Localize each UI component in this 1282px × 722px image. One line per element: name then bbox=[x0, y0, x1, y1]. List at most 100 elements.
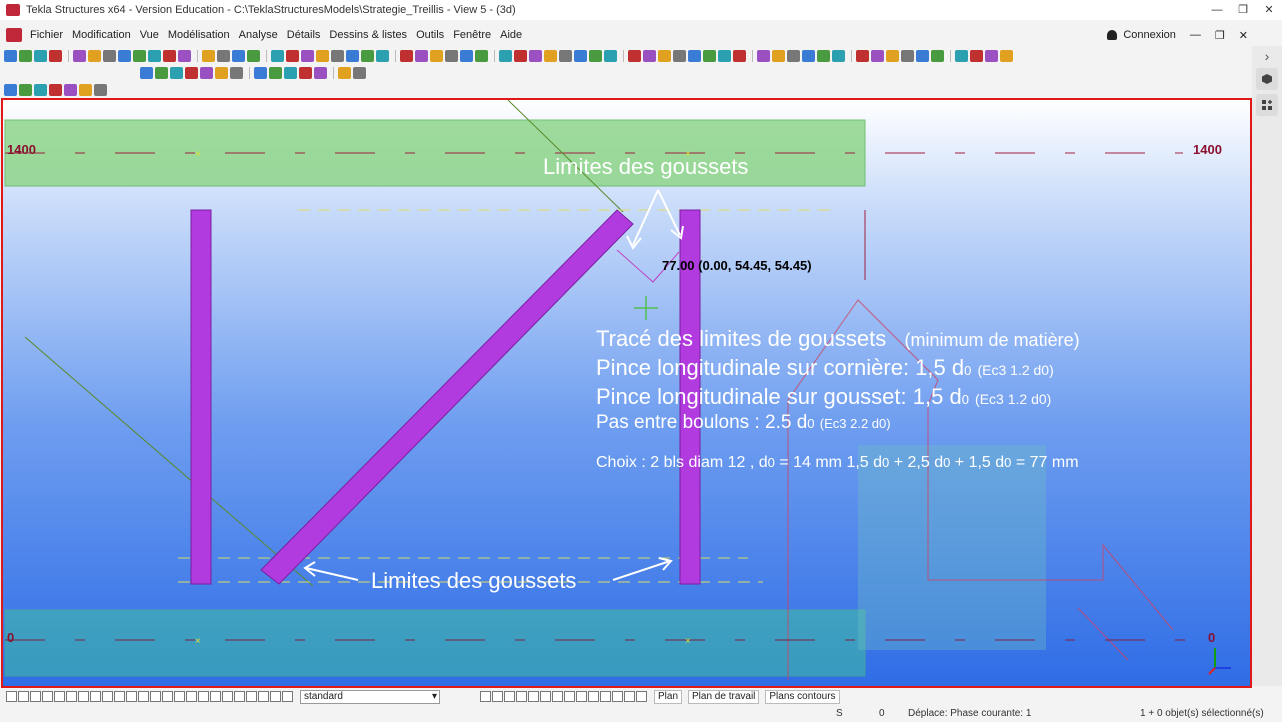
toolbar-tool-icon[interactable] bbox=[269, 67, 282, 79]
menu-fenetre[interactable]: Fenêtre bbox=[453, 29, 491, 41]
toolbar-tool-icon[interactable] bbox=[4, 50, 17, 62]
toolbar-tool-icon[interactable] bbox=[316, 50, 329, 62]
menu-modification[interactable]: Modification bbox=[72, 29, 131, 41]
status-switch-icon[interactable] bbox=[90, 691, 101, 702]
close-button[interactable]: ✕ bbox=[1256, 0, 1282, 20]
expand-panel-icon[interactable]: › bbox=[1252, 48, 1282, 64]
toolbar-tool-icon[interactable] bbox=[338, 67, 351, 79]
cube-icon[interactable] bbox=[1256, 68, 1278, 90]
toolbar-tool-icon[interactable] bbox=[155, 67, 168, 79]
toolbar-tool-icon[interactable] bbox=[34, 50, 47, 62]
toolbar-tool-icon[interactable] bbox=[529, 50, 542, 62]
toolbar-tool-icon[interactable] bbox=[331, 50, 344, 62]
toolbar-tool-icon[interactable] bbox=[559, 50, 572, 62]
plan-select[interactable]: Plan bbox=[654, 689, 683, 704]
toolbar-tool-icon[interactable] bbox=[604, 50, 617, 62]
toolbar-tool-icon[interactable] bbox=[4, 84, 17, 96]
toolbar-tool-icon[interactable] bbox=[215, 67, 228, 79]
status-switch-icon[interactable] bbox=[198, 691, 209, 702]
toolbar-tool-icon[interactable] bbox=[314, 67, 327, 79]
status-switch-icon[interactable] bbox=[270, 691, 281, 702]
toolbar-tool-icon[interactable] bbox=[346, 50, 359, 62]
status-switch-icon[interactable] bbox=[564, 691, 575, 702]
toolbar-tool-icon[interactable] bbox=[353, 67, 366, 79]
status-switch-icon[interactable] bbox=[138, 691, 149, 702]
toolbar-tool-icon[interactable] bbox=[445, 50, 458, 62]
status-switch-icon[interactable] bbox=[210, 691, 221, 702]
toolbar-tool-icon[interactable] bbox=[430, 50, 443, 62]
toolbar-tool-icon[interactable] bbox=[73, 50, 86, 62]
doc-restore-button[interactable]: ❐ bbox=[1215, 29, 1225, 42]
doc-minimize-button[interactable]: — bbox=[1190, 29, 1201, 41]
status-switch-icon[interactable] bbox=[282, 691, 293, 702]
toolbar-tool-icon[interactable] bbox=[772, 50, 785, 62]
toolbar-tool-icon[interactable] bbox=[361, 50, 374, 62]
toolbar-tool-icon[interactable] bbox=[658, 50, 671, 62]
status-switch-icon[interactable] bbox=[174, 691, 185, 702]
status-switch-icon[interactable] bbox=[540, 691, 551, 702]
toolbar-tool-icon[interactable] bbox=[415, 50, 428, 62]
connexion-link[interactable]: Connexion bbox=[1123, 29, 1176, 41]
menu-analyse[interactable]: Analyse bbox=[239, 29, 278, 41]
toolbar-tool-icon[interactable] bbox=[34, 84, 47, 96]
status-switch-icon[interactable] bbox=[588, 691, 599, 702]
toolbar-tool-icon[interactable] bbox=[232, 50, 245, 62]
selection-filter-select[interactable]: standard bbox=[300, 689, 440, 704]
toolbar-tool-icon[interactable] bbox=[79, 84, 92, 96]
toolbar-tool-icon[interactable] bbox=[94, 84, 107, 96]
toolbar-tool-icon[interactable] bbox=[376, 50, 389, 62]
toolbar-tool-icon[interactable] bbox=[901, 50, 914, 62]
toolbar-tool-icon[interactable] bbox=[230, 67, 243, 79]
status-switch-icon[interactable] bbox=[528, 691, 539, 702]
toolbar-tool-icon[interactable] bbox=[955, 50, 968, 62]
toolbar-tool-icon[interactable] bbox=[787, 50, 800, 62]
toolbar-tool-icon[interactable] bbox=[49, 50, 62, 62]
toolbar-tool-icon[interactable] bbox=[163, 50, 176, 62]
status-switch-icon[interactable] bbox=[6, 691, 17, 702]
status-switch-icon[interactable] bbox=[258, 691, 269, 702]
minimize-button[interactable]: — bbox=[1204, 0, 1230, 20]
toolbar-tool-icon[interactable] bbox=[574, 50, 587, 62]
toolbar-tool-icon[interactable] bbox=[64, 84, 77, 96]
status-switch-icon[interactable] bbox=[480, 691, 491, 702]
toolbar-tool-icon[interactable] bbox=[856, 50, 869, 62]
toolbar-tool-icon[interactable] bbox=[703, 50, 716, 62]
toolbar-tool-icon[interactable] bbox=[254, 67, 267, 79]
toolbar-tool-icon[interactable] bbox=[544, 50, 557, 62]
tekla-menu-icon[interactable] bbox=[6, 28, 22, 42]
toolbar-tool-icon[interactable] bbox=[247, 50, 260, 62]
toolbar-tool-icon[interactable] bbox=[886, 50, 899, 62]
toolbar-tool-icon[interactable] bbox=[589, 50, 602, 62]
status-switch-icon[interactable] bbox=[114, 691, 125, 702]
menu-aide[interactable]: Aide bbox=[500, 29, 522, 41]
status-switch-icon[interactable] bbox=[30, 691, 41, 702]
toolbar-tool-icon[interactable] bbox=[931, 50, 944, 62]
toolbar-tool-icon[interactable] bbox=[916, 50, 929, 62]
toolbar-tool-icon[interactable] bbox=[757, 50, 770, 62]
toolbar-tool-icon[interactable] bbox=[514, 50, 527, 62]
status-switch-icon[interactable] bbox=[624, 691, 635, 702]
toolbar-tool-icon[interactable] bbox=[985, 50, 998, 62]
status-switch-icon[interactable] bbox=[576, 691, 587, 702]
plan-travail-select[interactable]: Plan de travail bbox=[688, 689, 760, 704]
toolbar-tool-icon[interactable] bbox=[628, 50, 641, 62]
toolbar-tool-icon[interactable] bbox=[200, 67, 213, 79]
menu-dessins-listes[interactable]: Dessins & listes bbox=[329, 29, 407, 41]
toolbar-tool-icon[interactable] bbox=[643, 50, 656, 62]
status-switch-icon[interactable] bbox=[54, 691, 65, 702]
status-switch-icon[interactable] bbox=[66, 691, 77, 702]
toolbar-tool-icon[interactable] bbox=[301, 50, 314, 62]
menu-modelisation[interactable]: Modélisation bbox=[168, 29, 230, 41]
toolbar-tool-icon[interactable] bbox=[1000, 50, 1013, 62]
toolbar-tool-icon[interactable] bbox=[718, 50, 731, 62]
status-switch-icon[interactable] bbox=[102, 691, 113, 702]
status-switch-icon[interactable] bbox=[42, 691, 53, 702]
toolbar-tool-icon[interactable] bbox=[284, 67, 297, 79]
doc-close-button[interactable]: ✕ bbox=[1239, 29, 1248, 42]
toolbar-tool-icon[interactable] bbox=[817, 50, 830, 62]
menu-fichier[interactable]: Fichier bbox=[30, 29, 63, 41]
toolbar-tool-icon[interactable] bbox=[271, 50, 284, 62]
status-switch-icon[interactable] bbox=[492, 691, 503, 702]
toolbar-tool-icon[interactable] bbox=[400, 50, 413, 62]
toolbar-tool-icon[interactable] bbox=[733, 50, 746, 62]
